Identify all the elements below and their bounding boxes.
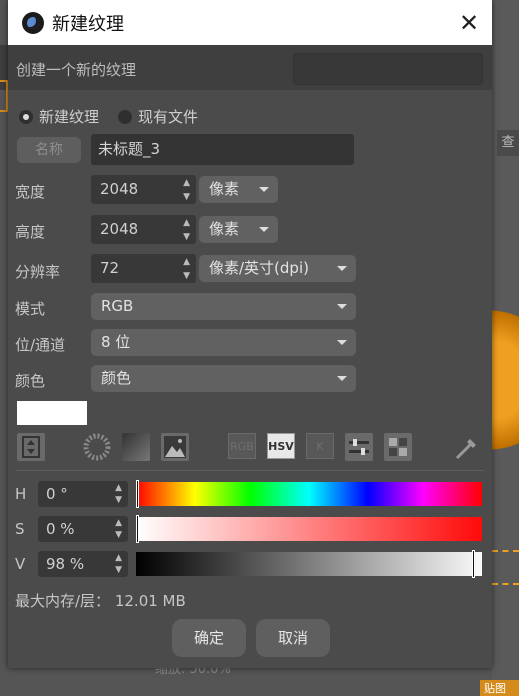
divider — [16, 470, 484, 471]
resolution-label: 分辨率 — [15, 263, 61, 281]
height-unit-dropdown[interactable]: 像素 — [199, 216, 278, 243]
eyedropper-frame-icon[interactable] — [17, 433, 45, 461]
height-stepper[interactable]: 2048 ▲ ▼ — [91, 215, 196, 244]
name-button[interactable]: 名称 — [17, 137, 81, 163]
radio-existing-file[interactable]: 现有文件 — [118, 106, 198, 127]
v-stepper[interactable]: 98 % ▲ ▼ — [38, 551, 128, 577]
hue-slider[interactable] — [136, 480, 482, 508]
ok-button[interactable]: 确定 — [172, 619, 246, 657]
hue-slider-handle[interactable] — [136, 480, 139, 508]
rgb-mode-button[interactable]: RGB — [228, 433, 256, 459]
title-bar[interactable]: 新建纹理 ✕ — [8, 0, 492, 45]
dialog-header: 创建一个新的纹理 — [8, 45, 492, 90]
memory-value: 12.01 MB — [114, 592, 186, 610]
radio-dot[interactable] — [118, 109, 132, 124]
hsv-mode-button[interactable]: HSV — [267, 433, 295, 459]
color-dropdown[interactable]: 颜色 — [91, 365, 356, 392]
stepper-arrows-icon[interactable]: ▲ ▼ — [115, 516, 122, 541]
background-ruler-marks — [492, 583, 519, 589]
new-texture-dialog: 新建纹理 ✕ 创建一个新的纹理 新建纹理 现有文件 名称 未标题_3 宽度 20… — [8, 0, 492, 668]
color-value: 颜色 — [101, 369, 132, 387]
v-label: V — [15, 555, 26, 573]
chevron-down-icon — [337, 340, 347, 345]
height-label: 高度 — [15, 223, 46, 241]
width-label: 宽度 — [15, 183, 46, 201]
mode-dropdown[interactable]: RGB — [91, 293, 356, 320]
header-text: 创建一个新的纹理 — [16, 61, 137, 79]
s-label: S — [15, 520, 25, 538]
value-slider[interactable] — [136, 550, 482, 578]
dialog-title: 新建纹理 — [52, 14, 124, 35]
h-stepper[interactable]: 0 ° ▲ ▼ — [38, 481, 128, 507]
cinema4d-app-icon — [22, 12, 44, 34]
mode-label: 模式 — [15, 300, 46, 318]
stepper-arrows-icon[interactable]: ▲ ▼ — [183, 215, 190, 244]
h-label: H — [15, 485, 27, 503]
eyedropper-icon[interactable] — [453, 433, 481, 461]
h-value[interactable]: 0 ° — [46, 485, 68, 503]
radio-new-texture-label: 新建纹理 — [39, 108, 100, 126]
mixer-icon[interactable] — [345, 433, 373, 461]
width-unit-value: 像素 — [209, 180, 240, 198]
memory-label: 最大内存/层： — [15, 592, 111, 610]
s-stepper[interactable]: 0 % ▲ ▼ — [38, 516, 128, 542]
height-unit-value: 像素 — [209, 220, 240, 238]
chevron-down-icon — [259, 227, 269, 232]
bits-value: 8 位 — [101, 333, 131, 351]
background-orange-object — [490, 290, 519, 470]
background-side-tab[interactable]: 查 — [497, 130, 519, 156]
header-preview-box — [293, 53, 483, 85]
color-swatch[interactable] — [17, 401, 87, 425]
color-wheel-icon[interactable] — [83, 433, 111, 461]
swatches-icon[interactable] — [384, 433, 412, 461]
height-value[interactable]: 2048 — [100, 220, 138, 238]
mode-value: RGB — [101, 297, 134, 315]
width-stepper[interactable]: 2048 ▲ ▼ — [91, 175, 196, 204]
stepper-arrows-icon[interactable]: ▲ ▼ — [183, 175, 190, 204]
stepper-arrows-icon[interactable]: ▲ ▼ — [115, 481, 122, 506]
stepper-arrows-icon[interactable]: ▲ ▼ — [115, 551, 122, 576]
saturation-slider-handle[interactable] — [136, 515, 139, 543]
resolution-stepper[interactable]: 72 ▲ ▼ — [91, 254, 196, 283]
close-icon: ✕ — [458, 9, 480, 37]
width-value[interactable]: 2048 — [100, 180, 138, 198]
radio-dot-selected[interactable] — [19, 109, 33, 124]
radio-existing-file-label: 现有文件 — [138, 108, 199, 126]
s-value[interactable]: 0 % — [46, 520, 75, 538]
chevron-down-icon — [337, 376, 347, 381]
v-value[interactable]: 98 % — [46, 555, 84, 573]
radio-new-texture[interactable]: 新建纹理 — [19, 106, 99, 127]
chevron-down-icon — [337, 266, 347, 271]
background-selected-tool — [0, 80, 8, 112]
resolution-value[interactable]: 72 — [100, 259, 119, 277]
chevron-down-icon — [259, 187, 269, 192]
chevron-down-icon — [337, 304, 347, 309]
spectrum-icon[interactable] — [122, 433, 150, 461]
name-input[interactable]: 未标题_3 — [91, 134, 354, 165]
bits-label: 位/通道 — [15, 336, 66, 354]
cancel-button[interactable]: 取消 — [256, 619, 330, 657]
saturation-slider[interactable] — [136, 515, 482, 543]
resolution-unit-value: 像素/英寸(dpi) — [209, 259, 309, 277]
kelvin-mode-button[interactable]: K — [306, 433, 334, 459]
stepper-arrows-icon[interactable]: ▲ ▼ — [183, 254, 190, 283]
memory-info: 最大内存/层： 12.01 MB — [15, 590, 186, 611]
close-button[interactable]: ✕ — [452, 6, 486, 40]
resolution-unit-dropdown[interactable]: 像素/英寸(dpi) — [199, 255, 356, 282]
background-ruler-marks — [492, 550, 519, 556]
background-corner-button[interactable]: 贴图 — [480, 680, 519, 696]
width-unit-dropdown[interactable]: 像素 — [199, 176, 278, 203]
value-slider-handle[interactable] — [472, 550, 475, 578]
image-picker-icon[interactable] — [161, 433, 189, 461]
color-label: 颜色 — [15, 372, 46, 390]
bits-dropdown[interactable]: 8 位 — [91, 329, 356, 356]
